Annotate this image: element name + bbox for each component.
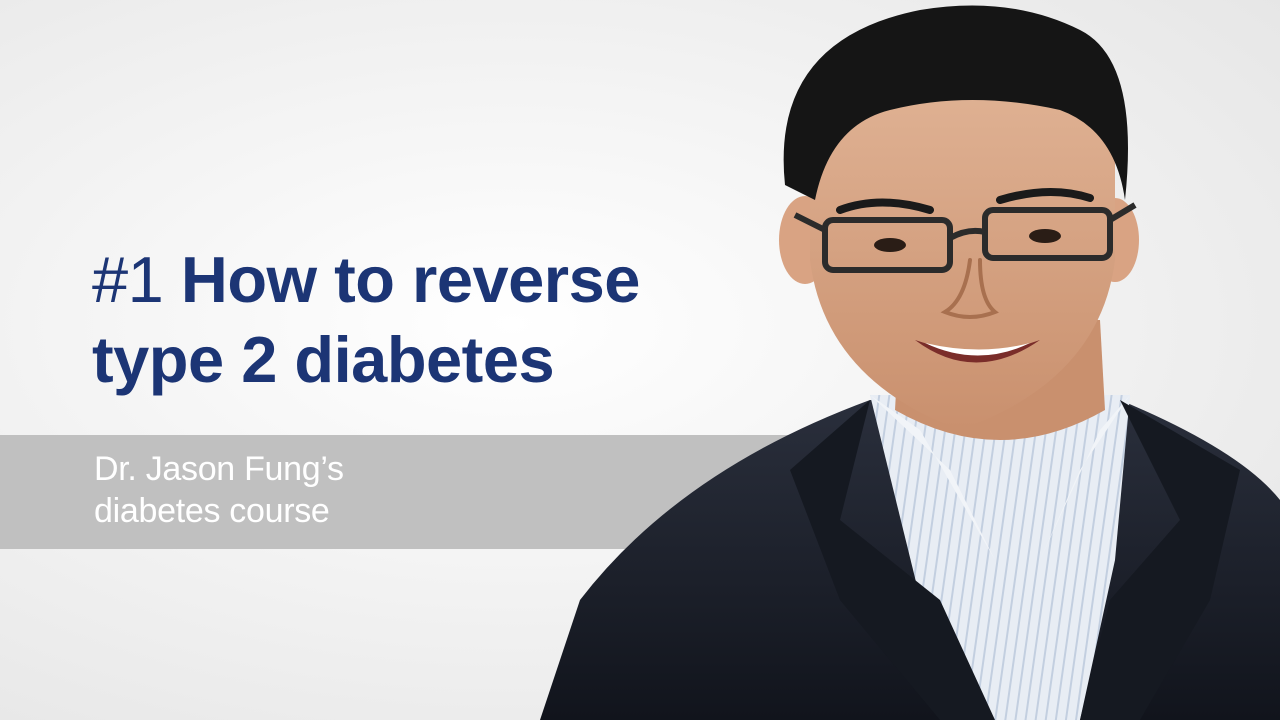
eye-left — [874, 238, 906, 252]
presenter-portrait — [540, 5, 1280, 720]
course-subtitle: Dr. Jason Fung’s diabetes course — [94, 448, 614, 532]
subtitle-line-2: diabetes course — [94, 492, 330, 530]
headline-line-2: type 2 diabetes — [92, 323, 555, 396]
headline-number: #1 — [92, 243, 164, 316]
subtitle-line-1: Dr. Jason Fung’s — [94, 450, 344, 488]
eye-right — [1029, 229, 1061, 243]
